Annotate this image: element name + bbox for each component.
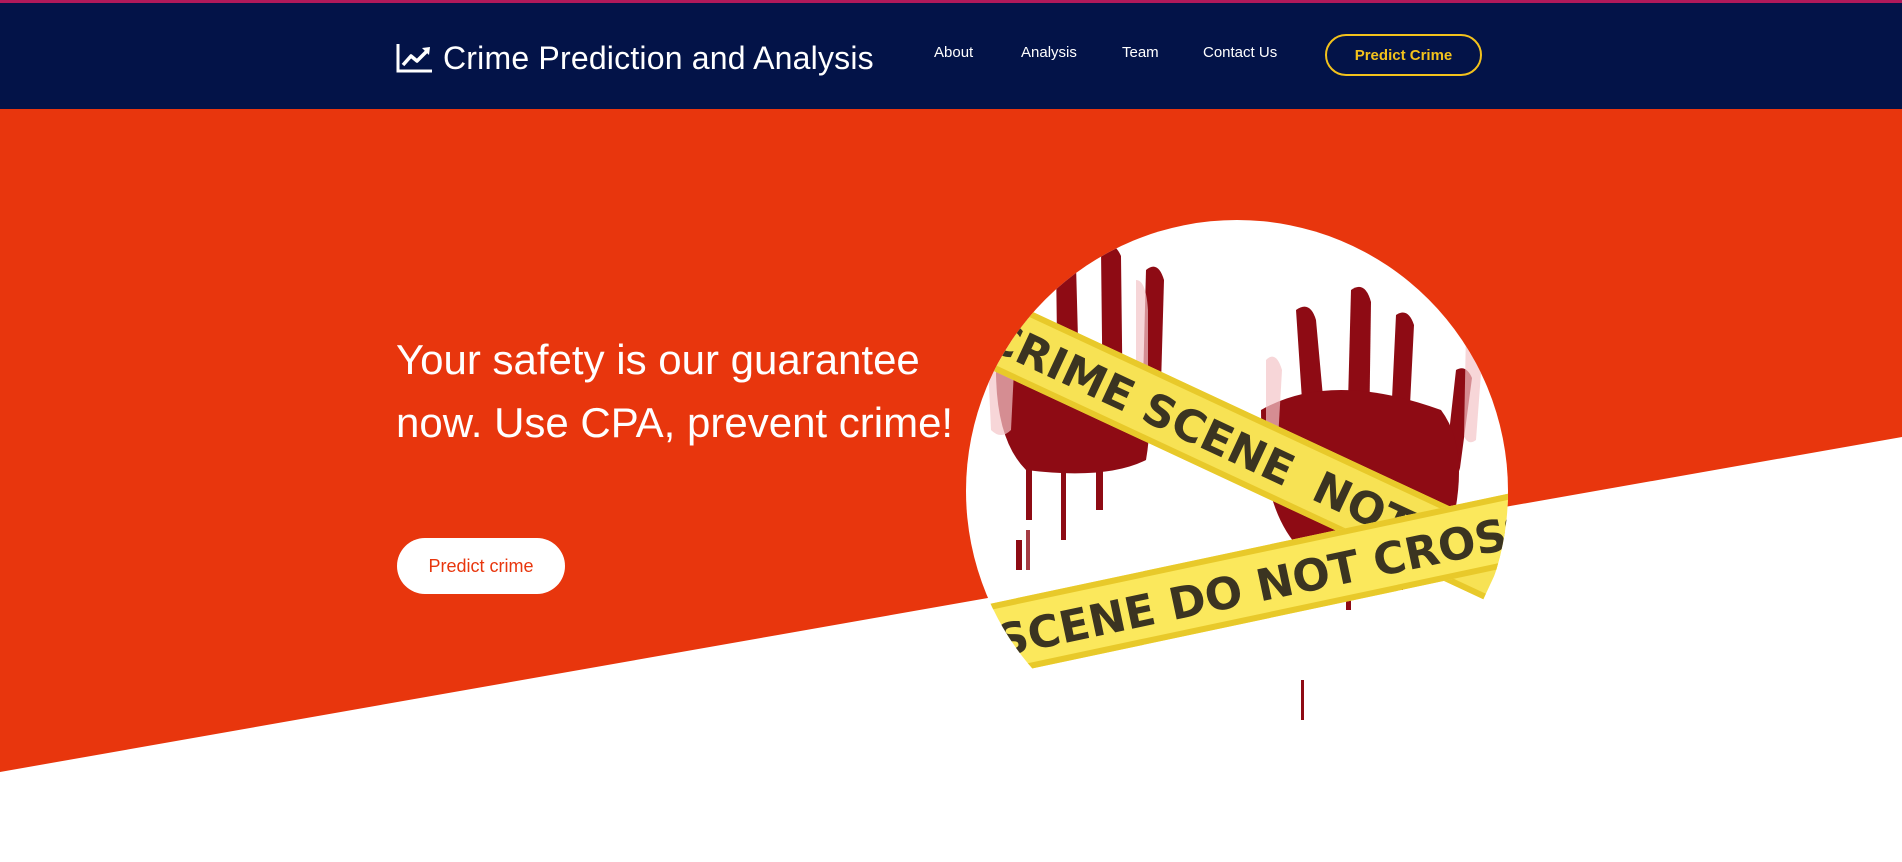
hero-background xyxy=(0,109,1902,772)
crime-scene-image: CRIME SCENE NOT C SCENE DO NOT CROSS xyxy=(966,220,1508,762)
chart-line-icon xyxy=(396,44,432,73)
nav-link-team[interactable]: Team xyxy=(1122,44,1159,61)
brand-link[interactable]: Crime Prediction and Analysis xyxy=(396,38,874,78)
page: Crime Prediction and Analysis About Anal… xyxy=(0,0,1902,862)
nav-link-contact-us[interactable]: Contact Us xyxy=(1203,44,1277,61)
brand-title: Crime Prediction and Analysis xyxy=(443,39,874,76)
nav-link-about[interactable]: About xyxy=(934,44,973,61)
predict-crime-nav-button[interactable]: Predict Crime xyxy=(1325,34,1482,76)
top-accent-bar xyxy=(0,0,1902,3)
predict-crime-hero-button[interactable]: Predict crime xyxy=(397,538,565,594)
navbar: Crime Prediction and Analysis About Anal… xyxy=(0,0,1902,109)
nav-link-analysis[interactable]: Analysis xyxy=(1021,44,1077,61)
hero-headline: Your safety is our guarantee now. Use CP… xyxy=(396,336,954,446)
